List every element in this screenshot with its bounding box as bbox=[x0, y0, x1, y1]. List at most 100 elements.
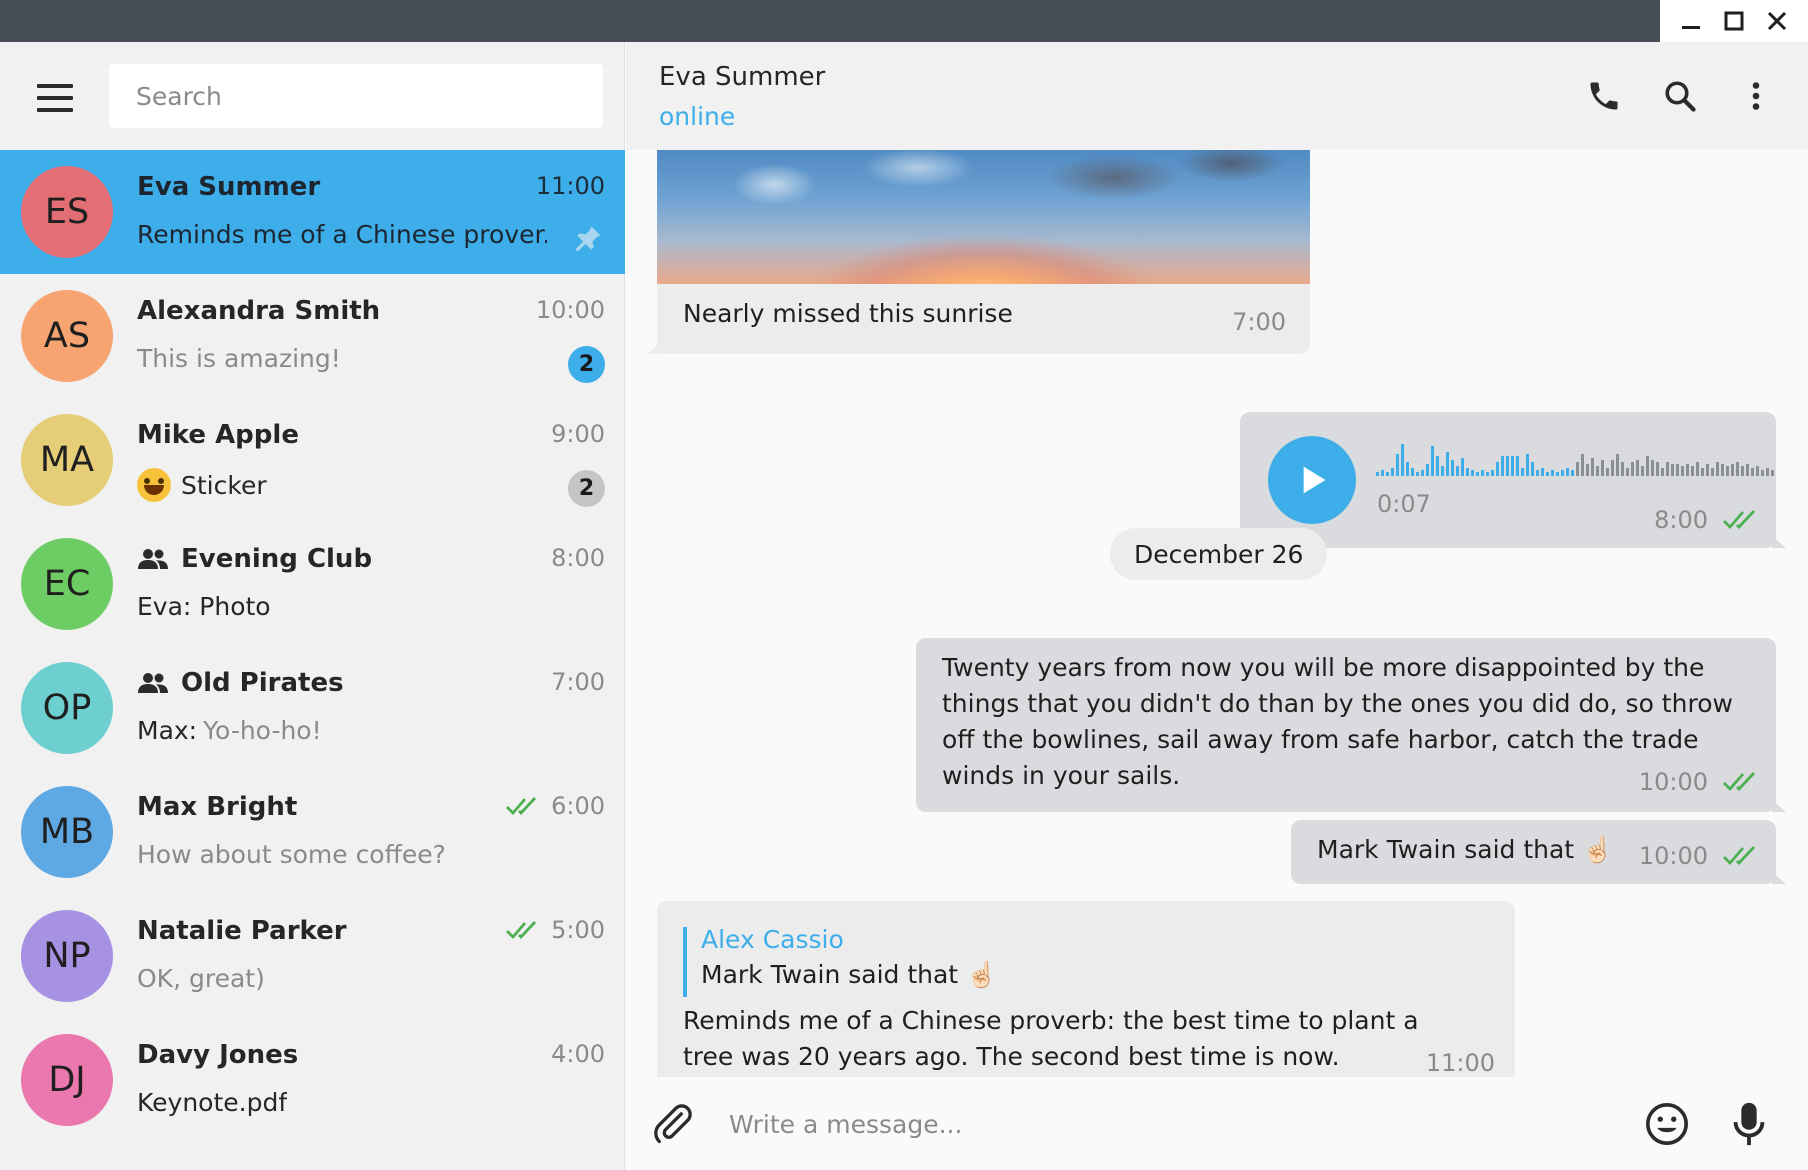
message-text: Mark Twain said that ☝🏻 bbox=[1317, 832, 1613, 868]
message-text: Reminds me of a Chinese proverb: the bes… bbox=[683, 1006, 1419, 1071]
search-icon bbox=[1665, 81, 1696, 112]
group-icon bbox=[138, 673, 168, 693]
phone-icon bbox=[1590, 82, 1618, 110]
chat-name-text: Eva Summer bbox=[137, 172, 321, 202]
play-button[interactable] bbox=[1268, 436, 1356, 524]
pin-icon bbox=[575, 224, 603, 256]
grinning-emoji-icon bbox=[137, 468, 171, 502]
voice-message: 0:07 8:00 bbox=[1240, 412, 1776, 548]
chat-time: 6:00 bbox=[505, 792, 605, 820]
chat-item-max-bright[interactable]: MB Max Bright 6:00 How about some coffee… bbox=[0, 770, 625, 894]
chat-item-mike-apple[interactable]: MA Mike Apple 9:00 Sticker 2 bbox=[0, 398, 625, 522]
message-input[interactable] bbox=[729, 1099, 1549, 1149]
double-check-icon bbox=[1723, 772, 1756, 792]
chat-name-text: Mike Apple bbox=[137, 420, 299, 450]
reply-quote-bar bbox=[683, 927, 687, 997]
play-icon bbox=[1303, 466, 1326, 494]
chat-name: Eva Summer bbox=[137, 172, 320, 202]
kebab-menu-icon bbox=[1752, 82, 1760, 110]
voice-duration: 0:07 bbox=[1377, 490, 1431, 518]
preview-sender: Max: bbox=[137, 716, 198, 745]
incoming-reply-message: Alex Cassio Mark Twain said that ☝🏻 Remi… bbox=[657, 901, 1515, 1077]
chat-time: 7:00 bbox=[551, 668, 605, 696]
avatar: MB bbox=[21, 786, 113, 878]
chat-time: 4:00 bbox=[551, 1040, 605, 1068]
avatar: EC bbox=[21, 538, 113, 630]
chat-time: 9:00 bbox=[551, 420, 605, 448]
voice-waveform[interactable] bbox=[1376, 440, 1780, 476]
messenger-app: ES Eva Summer 11:00 Reminds me of a Chin… bbox=[0, 42, 1808, 1170]
chat-time: 11:00 bbox=[535, 172, 605, 200]
chat-item-old-pirates[interactable]: OP Old Pirates 7:00 Max: Yo-ho-ho! bbox=[0, 646, 625, 770]
chat-name-text: Evening Club bbox=[181, 544, 373, 574]
chat-time: 5:00 bbox=[505, 916, 605, 944]
chat-preview: Keynote.pdf bbox=[137, 1088, 288, 1117]
chat-item-eva-summer[interactable]: ES Eva Summer 11:00 Reminds me of a Chin… bbox=[0, 150, 625, 274]
message-time: 8:00 bbox=[1654, 506, 1760, 534]
chat-name-text: Alexandra Smith bbox=[137, 296, 381, 326]
message-text: Twenty years from now you will be more d… bbox=[942, 653, 1733, 790]
sunrise-photo[interactable] bbox=[657, 150, 1310, 284]
message-time: 10:00 bbox=[1639, 842, 1760, 870]
search-messages-button[interactable] bbox=[1656, 72, 1704, 120]
chat-name-text: Davy Jones bbox=[137, 1040, 299, 1070]
avatar: DJ bbox=[21, 1034, 113, 1126]
chat-name: Old Pirates bbox=[137, 668, 344, 698]
avatar: MA bbox=[21, 414, 113, 506]
more-options-button[interactable] bbox=[1732, 72, 1780, 120]
unread-badge: 2 bbox=[568, 470, 605, 507]
outgoing-message: Twenty years from now you will be more d… bbox=[916, 638, 1776, 812]
message-composer bbox=[626, 1077, 1808, 1170]
chat-preview: OK, great) bbox=[137, 964, 265, 993]
date-separator: December 26 bbox=[1110, 528, 1328, 580]
reply-author[interactable]: Alex Cassio bbox=[701, 925, 844, 954]
photo-message[interactable]: Nearly missed this sunrise 7:00 bbox=[657, 150, 1310, 354]
double-check-icon bbox=[1723, 510, 1756, 530]
chat-preview: How about some coffee? bbox=[137, 840, 446, 869]
attach-button[interactable] bbox=[648, 1099, 698, 1149]
chat-item-alexandra-smith[interactable]: AS Alexandra Smith 10:00 This is amazing… bbox=[0, 274, 625, 398]
close-button[interactable] bbox=[1761, 5, 1793, 37]
chat-name-text: Natalie Parker bbox=[137, 916, 347, 946]
chat-name-text: Max Bright bbox=[137, 792, 298, 822]
presence-status: online bbox=[659, 102, 736, 131]
chat-preview: This is amazing! bbox=[137, 344, 341, 373]
window-titlebar bbox=[0, 0, 1808, 42]
message-time: 10:00 bbox=[1639, 768, 1760, 796]
hamburger-line bbox=[37, 84, 73, 88]
microphone-icon bbox=[1733, 1102, 1765, 1146]
chat-preview: Sticker bbox=[137, 468, 267, 502]
avatar: AS bbox=[21, 290, 113, 382]
chat-item-evening-club[interactable]: EC Evening Club 8:00 Eva: Photo bbox=[0, 522, 625, 646]
message-history: Nearly missed this sunrise 7:00 0:07 8:0… bbox=[626, 150, 1808, 1077]
chat-preview-text: Yo-ho-ho! bbox=[203, 716, 322, 745]
search-input[interactable] bbox=[109, 64, 603, 128]
conversation-title[interactable]: Eva Summer bbox=[659, 62, 825, 92]
chat-sidebar: ES Eva Summer 11:00 Reminds me of a Chin… bbox=[0, 42, 625, 1170]
chat-time-text: 5:00 bbox=[551, 916, 605, 944]
double-check-icon bbox=[506, 797, 537, 816]
reply-quote-text: Mark Twain said that bbox=[701, 960, 959, 989]
chat-item-natalie-parker[interactable]: NP Natalie Parker 5:00 OK, great) bbox=[0, 894, 625, 1018]
chat-list: ES Eva Summer 11:00 Reminds me of a Chin… bbox=[0, 150, 625, 1142]
chat-preview: Reminds me of a Chinese prover... bbox=[137, 220, 547, 249]
chat-name-text: Old Pirates bbox=[181, 668, 344, 698]
chat-time: 10:00 bbox=[535, 296, 605, 324]
paperclip-icon bbox=[654, 1104, 692, 1144]
window-controls bbox=[1660, 0, 1808, 42]
hamburger-menu-button[interactable] bbox=[30, 78, 80, 118]
double-check-icon bbox=[506, 921, 537, 940]
chat-item-davy-jones[interactable]: DJ Davy Jones 4:00 Keynote.pdf bbox=[0, 1018, 625, 1142]
minimize-button[interactable] bbox=[1675, 5, 1707, 37]
voice-record-button[interactable] bbox=[1722, 1097, 1776, 1151]
emoji-button[interactable] bbox=[1640, 1097, 1694, 1151]
chat-preview: Eva: Photo bbox=[137, 592, 271, 621]
conversation-panel: Eva Summer online Nearly missed this sun… bbox=[626, 42, 1808, 1170]
conversation-header: Eva Summer online bbox=[626, 42, 1808, 150]
call-button[interactable] bbox=[1580, 72, 1628, 120]
maximize-button[interactable] bbox=[1718, 5, 1750, 37]
reply-quote[interactable]: Mark Twain said that ☝🏻 bbox=[701, 957, 997, 993]
chat-time: 8:00 bbox=[551, 544, 605, 572]
message-time-text: 10:00 bbox=[1638, 842, 1708, 870]
minimize-icon bbox=[1682, 26, 1701, 29]
